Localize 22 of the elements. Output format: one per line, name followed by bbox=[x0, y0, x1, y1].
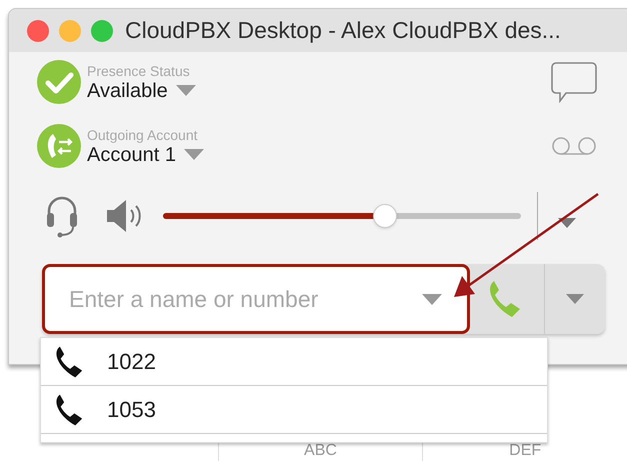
chat-bubble-icon[interactable] bbox=[551, 61, 597, 103]
check-circle-icon[interactable] bbox=[37, 60, 81, 104]
field-label: Presence Status bbox=[87, 64, 191, 78]
caret-icon bbox=[566, 294, 584, 304]
key-letters: DEF bbox=[509, 443, 542, 459]
dial-input-field[interactable]: Enter a name or number bbox=[42, 264, 470, 334]
window-title: CloudPBX Desktop - Alex CloudPBX des... bbox=[125, 16, 561, 46]
account-dropdown[interactable]: Account 1 bbox=[87, 144, 204, 164]
close-icon[interactable] bbox=[27, 20, 49, 42]
phone-transfer-icon[interactable] bbox=[37, 124, 81, 168]
field-label: Outgoing Account bbox=[87, 128, 199, 142]
speaker-icon[interactable] bbox=[105, 199, 143, 233]
voicemail-icon[interactable] bbox=[551, 136, 597, 156]
key-letters: ABC bbox=[304, 443, 337, 459]
caret-icon bbox=[176, 85, 196, 96]
zoom-icon[interactable] bbox=[91, 20, 113, 42]
suggestion-item[interactable]: 1053 bbox=[41, 386, 547, 434]
volume-slider[interactable] bbox=[163, 204, 521, 228]
presence-dropdown[interactable]: Available bbox=[87, 80, 196, 100]
caret-icon bbox=[184, 149, 204, 160]
caret-icon[interactable] bbox=[558, 218, 576, 228]
suggestion-item[interactable]: 1022 bbox=[41, 338, 547, 386]
